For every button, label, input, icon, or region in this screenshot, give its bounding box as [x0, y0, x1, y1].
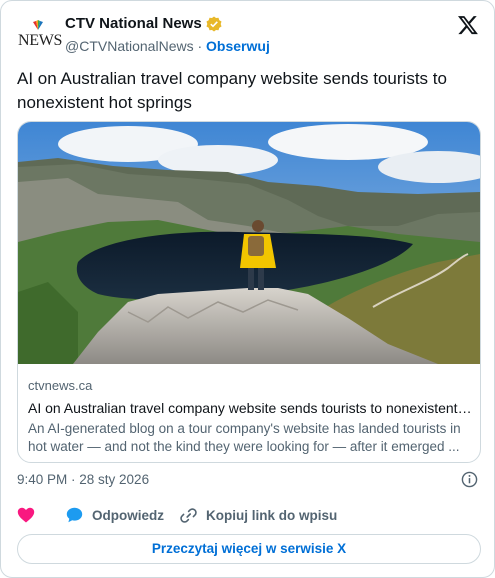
author-names: CTV National News @CTVNationalNews · Obs…	[65, 14, 270, 56]
like-button[interactable]	[17, 507, 44, 523]
verified-badge-icon	[206, 16, 222, 32]
avatar[interactable]: NEWS	[17, 16, 62, 56]
follow-button[interactable]: Obserwuj	[206, 38, 270, 54]
handle[interactable]: @CTVNationalNews	[65, 38, 194, 54]
article-photo[interactable]	[18, 122, 480, 364]
tweet-text: AI on Australian travel company website …	[17, 69, 447, 112]
display-name[interactable]: CTV National News	[65, 14, 202, 34]
link-domain: ctvnews.ca	[28, 378, 93, 393]
tweet-timestamp[interactable]: 9:40 PM · 28 sty 2026	[17, 472, 149, 487]
reply-icon	[66, 507, 83, 523]
link-meta: ctvnews.ca AI on Australian travel compa…	[28, 377, 472, 456]
read-more-button[interactable]: Przeczytaj więcej w serwisie X	[17, 534, 481, 564]
tweet-embed-card: NEWS CTV National News @CTVNationalNews …	[0, 0, 495, 578]
copy-link-button[interactable]: Kopiuj link do wpisu	[180, 507, 337, 524]
ctv-peacock-logo	[33, 20, 43, 30]
reply-button[interactable]: Odpowiedz	[66, 507, 164, 523]
x-logo-icon[interactable]	[457, 14, 479, 36]
avatar-news-text: NEWS	[18, 32, 63, 49]
heart-icon	[17, 507, 35, 523]
tweet-header: NEWS CTV National News @CTVNationalNews …	[17, 13, 479, 57]
copy-link-label: Kopiuj link do wpisu	[206, 508, 338, 523]
handle-separator: ·	[197, 38, 203, 54]
link-preview-card[interactable]: ctvnews.ca AI on Australian travel compa…	[17, 121, 481, 463]
reply-label: Odpowiedz	[92, 507, 164, 523]
link-description: An AI-generated blog on a tour company's…	[28, 421, 461, 454]
link-icon	[180, 508, 197, 523]
info-icon[interactable]	[461, 471, 478, 488]
link-title[interactable]: AI on Australian travel company website …	[28, 398, 472, 418]
tweet-actions: Odpowiedz Kopiuj link do wpisu	[17, 507, 479, 529]
